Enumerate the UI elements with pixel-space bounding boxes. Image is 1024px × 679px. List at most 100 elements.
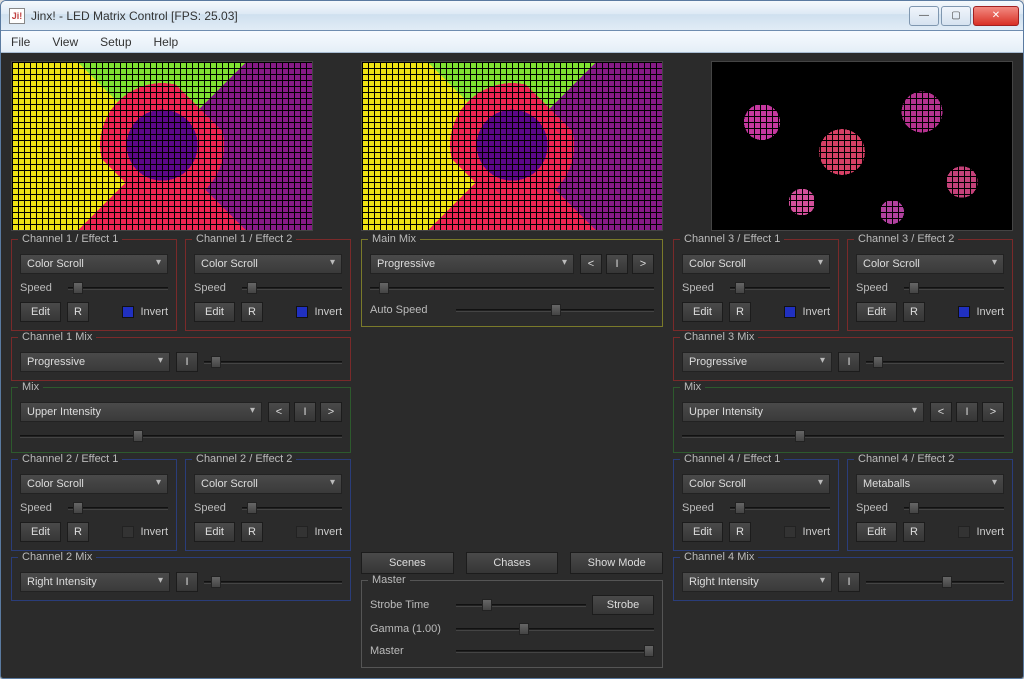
- ch1-eff1-speed-slider[interactable]: [68, 280, 168, 296]
- mix-right-combo[interactable]: Upper Intensity: [682, 402, 924, 422]
- ch3-eff1-reset-button[interactable]: R: [729, 302, 751, 322]
- mix-right-next-button[interactable]: >: [982, 402, 1004, 422]
- mix-right-i-button[interactable]: I: [956, 402, 978, 422]
- ch2-eff1-speed-slider[interactable]: [68, 500, 168, 516]
- group-mix-right: Mix Upper Intensity < I >: [673, 387, 1013, 453]
- ch3-mix-slider[interactable]: [866, 354, 1004, 370]
- mix-left-combo[interactable]: Upper Intensity: [20, 402, 262, 422]
- ch3-eff2-color-swatch[interactable]: [958, 306, 970, 318]
- ch2-eff2-invert-label: Invert: [314, 526, 342, 538]
- menu-view[interactable]: View: [48, 33, 82, 51]
- menu-help[interactable]: Help: [150, 33, 183, 51]
- ch1-eff2-speed-slider[interactable]: [242, 280, 342, 296]
- main-mix-combo[interactable]: Progressive: [370, 254, 574, 274]
- ch2-eff1-edit-button[interactable]: Edit: [20, 522, 61, 542]
- ch3-eff2-reset-button[interactable]: R: [903, 302, 925, 322]
- ch1-eff2-color-swatch[interactable]: [296, 306, 308, 318]
- master-strobetime-label: Strobe Time: [370, 599, 450, 611]
- group-main-mix: Main Mix Progressive < I > Auto Speed: [361, 239, 663, 327]
- master-slider[interactable]: [456, 643, 654, 659]
- main-mix-slider[interactable]: [370, 280, 654, 296]
- ch2-eff2-edit-button[interactable]: Edit: [194, 522, 235, 542]
- ch3-eff2-speed-slider[interactable]: [904, 280, 1004, 296]
- master-strobetime-slider[interactable]: [456, 597, 586, 613]
- ch1-eff2-edit-button[interactable]: Edit: [194, 302, 235, 322]
- ch4-eff1-edit-button[interactable]: Edit: [682, 522, 723, 542]
- ch3-eff1-speed-slider[interactable]: [730, 280, 830, 296]
- ch4-eff2-invert-checkbox[interactable]: [958, 526, 970, 538]
- ch4-mix-i-button[interactable]: I: [838, 572, 860, 592]
- maximize-button[interactable]: ▢: [941, 6, 971, 26]
- mix-left-next-button[interactable]: >: [320, 402, 342, 422]
- ch4-mix-combo[interactable]: Right Intensity: [682, 572, 832, 592]
- group-ch4-eff2: Channel 4 / Effect 2 Metaballs Speed Edi…: [847, 459, 1013, 551]
- ch1-eff2-combo[interactable]: Color Scroll: [194, 254, 342, 274]
- menu-file[interactable]: File: [7, 33, 34, 51]
- ch3-mix-i-button[interactable]: I: [838, 352, 860, 372]
- close-button[interactable]: ✕: [973, 6, 1019, 26]
- legend-ch2-eff2: Channel 2 / Effect 2: [192, 453, 296, 465]
- ch3-eff1-combo[interactable]: Color Scroll: [682, 254, 830, 274]
- menu-setup[interactable]: Setup: [96, 33, 135, 51]
- ch1-eff2-reset-button[interactable]: R: [241, 302, 263, 322]
- ch1-eff1-combo[interactable]: Color Scroll: [20, 254, 168, 274]
- ch4-eff1-reset-button[interactable]: R: [729, 522, 751, 542]
- master-gamma-slider[interactable]: [456, 621, 654, 637]
- scenes-button[interactable]: Scenes: [361, 552, 454, 574]
- ch4-eff1-invert-checkbox[interactable]: [784, 526, 796, 538]
- ch4-eff1-combo[interactable]: Color Scroll: [682, 474, 830, 494]
- ch1-mix-i-button[interactable]: I: [176, 352, 198, 372]
- ch3-eff2-edit-button[interactable]: Edit: [856, 302, 897, 322]
- group-ch2-eff1: Channel 2 / Effect 1 Color Scroll Speed …: [11, 459, 177, 551]
- ch3-eff1-edit-button[interactable]: Edit: [682, 302, 723, 322]
- mix-right-slider[interactable]: [682, 428, 1004, 444]
- main-mix-prev-button[interactable]: <: [580, 254, 602, 274]
- minimize-button[interactable]: —: [909, 6, 939, 26]
- main-mix-next-button[interactable]: >: [632, 254, 654, 274]
- ch1-eff1-color-swatch[interactable]: [122, 306, 134, 318]
- ch2-mix-combo[interactable]: Right Intensity: [20, 572, 170, 592]
- group-ch4-mix: Channel 4 Mix Right Intensity I: [673, 557, 1013, 601]
- ch1-mix-combo[interactable]: Progressive: [20, 352, 170, 372]
- ch2-eff2-invert-checkbox[interactable]: [296, 526, 308, 538]
- ch3-eff1-color-swatch[interactable]: [784, 306, 796, 318]
- ch3-eff2-combo[interactable]: Color Scroll: [856, 254, 1004, 274]
- ch4-eff1-speed-slider[interactable]: [730, 500, 830, 516]
- legend-main-mix: Main Mix: [368, 233, 420, 245]
- chases-button[interactable]: Chases: [466, 552, 559, 574]
- ch4-mix-slider[interactable]: [866, 574, 1004, 590]
- mix-left-slider[interactable]: [20, 428, 342, 444]
- ch4-eff2-edit-button[interactable]: Edit: [856, 522, 897, 542]
- ch1-eff1-edit-button[interactable]: Edit: [20, 302, 61, 322]
- ch4-eff2-reset-button[interactable]: R: [903, 522, 925, 542]
- ch2-eff1-combo[interactable]: Color Scroll: [20, 474, 168, 494]
- ch2-eff2-speed-slider[interactable]: [242, 500, 342, 516]
- ch3-mix-combo[interactable]: Progressive: [682, 352, 832, 372]
- ch2-eff1-reset-button[interactable]: R: [67, 522, 89, 542]
- showmode-button[interactable]: Show Mode: [570, 552, 663, 574]
- ch1-eff1-invert-label: Invert: [140, 306, 168, 318]
- ch2-mix-slider[interactable]: [204, 574, 342, 590]
- group-ch2-eff2: Channel 2 / Effect 2 Color Scroll Speed …: [185, 459, 351, 551]
- ch4-eff2-combo[interactable]: Metaballs: [856, 474, 1004, 494]
- legend-ch2-mix: Channel 2 Mix: [18, 551, 96, 563]
- main-mix-i-button[interactable]: I: [606, 254, 628, 274]
- ch2-mix-i-button[interactable]: I: [176, 572, 198, 592]
- ch4-eff2-speed-slider[interactable]: [904, 500, 1004, 516]
- group-ch1-mix: Channel 1 Mix Progressive I: [11, 337, 351, 381]
- preview-right: [711, 61, 1013, 231]
- ch1-eff2-speed-label: Speed: [194, 282, 236, 294]
- mix-right-prev-button[interactable]: <: [930, 402, 952, 422]
- ch2-eff2-reset-button[interactable]: R: [241, 522, 263, 542]
- ch2-eff2-combo[interactable]: Color Scroll: [194, 474, 342, 494]
- ch1-mix-slider[interactable]: [204, 354, 342, 370]
- ch1-eff1-reset-button[interactable]: R: [67, 302, 89, 322]
- ch2-eff1-invert-checkbox[interactable]: [122, 526, 134, 538]
- ch4-eff2-invert-label: Invert: [976, 526, 1004, 538]
- main-mix-autospeed-slider[interactable]: [456, 302, 654, 318]
- legend-ch1-eff2: Channel 1 / Effect 2: [192, 233, 296, 245]
- mix-left-prev-button[interactable]: <: [268, 402, 290, 422]
- mix-left-i-button[interactable]: I: [294, 402, 316, 422]
- legend-ch1-mix: Channel 1 Mix: [18, 331, 96, 343]
- strobe-button[interactable]: Strobe: [592, 595, 654, 615]
